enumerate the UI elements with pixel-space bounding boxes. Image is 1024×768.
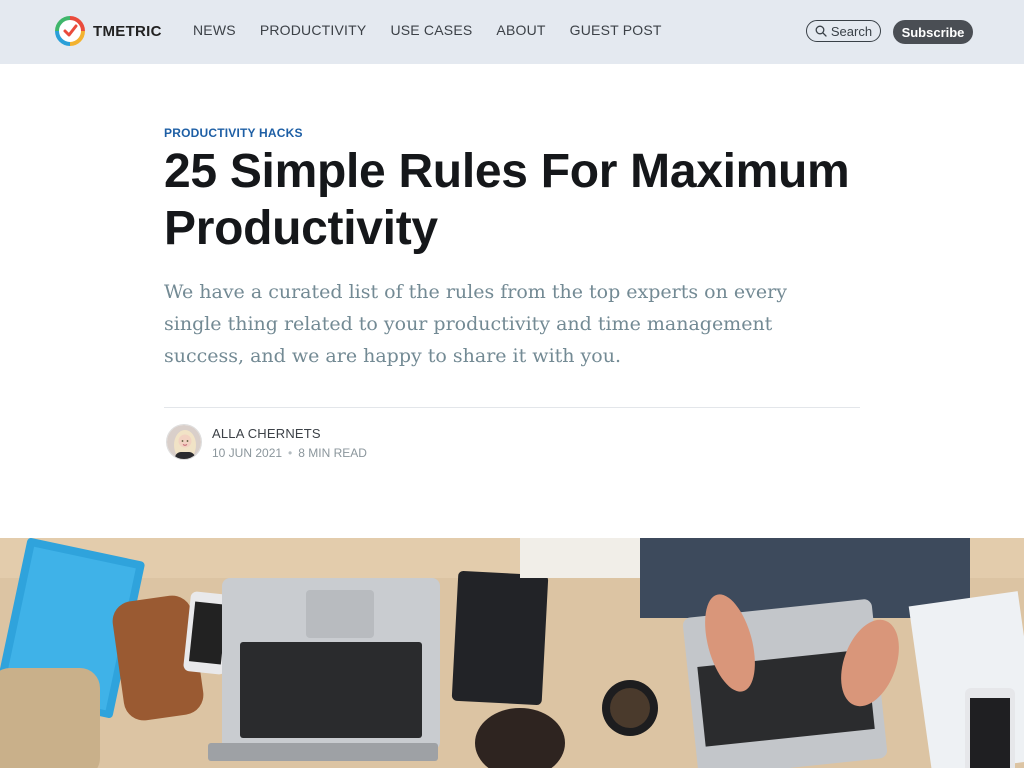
search-label: Search xyxy=(830,23,873,39)
brand-logo[interactable]: TMETRIC xyxy=(54,15,162,47)
nav-item-about[interactable]: ABOUT xyxy=(496,22,545,38)
divider xyxy=(164,407,860,408)
article-excerpt: We have a curated list of the rules from… xyxy=(164,281,787,367)
main-nav: NEWS PRODUCTIVITY USE CASES ABOUT GUEST … xyxy=(193,22,662,38)
author-name[interactable]: ALLA CHERNETS xyxy=(212,426,321,441)
nav-item-use-cases[interactable]: USE CASES xyxy=(390,22,472,38)
article-tag[interactable]: PRODUCTIVITY HACKS xyxy=(164,126,303,140)
nav-item-news[interactable]: NEWS xyxy=(193,22,236,38)
search-button[interactable]: Search xyxy=(806,20,881,42)
author-avatar[interactable] xyxy=(166,424,202,460)
meta-separator: • xyxy=(288,446,293,460)
tmetric-logo-icon xyxy=(55,16,85,46)
article-title: 25 Simple Rules For Maximum Productivity xyxy=(164,145,850,255)
reading-time: 8 MIN READ xyxy=(298,446,367,460)
subscribe-button[interactable]: Subscribe xyxy=(893,20,973,44)
nav-item-productivity[interactable]: PRODUCTIVITY xyxy=(260,22,367,38)
search-icon xyxy=(815,25,827,37)
site-header: TMETRIC NEWS PRODUCTIVITY USE CASES ABOU… xyxy=(0,0,1024,64)
nav-item-guest-post[interactable]: GUEST POST xyxy=(570,22,662,38)
brand-name: TMETRIC xyxy=(93,22,162,40)
post-meta: 10 JUN 2021 • 8 MIN READ xyxy=(212,446,367,460)
post-date: 10 JUN 2021 xyxy=(212,446,283,460)
feature-image xyxy=(0,538,1024,768)
avatar-image xyxy=(167,425,201,459)
